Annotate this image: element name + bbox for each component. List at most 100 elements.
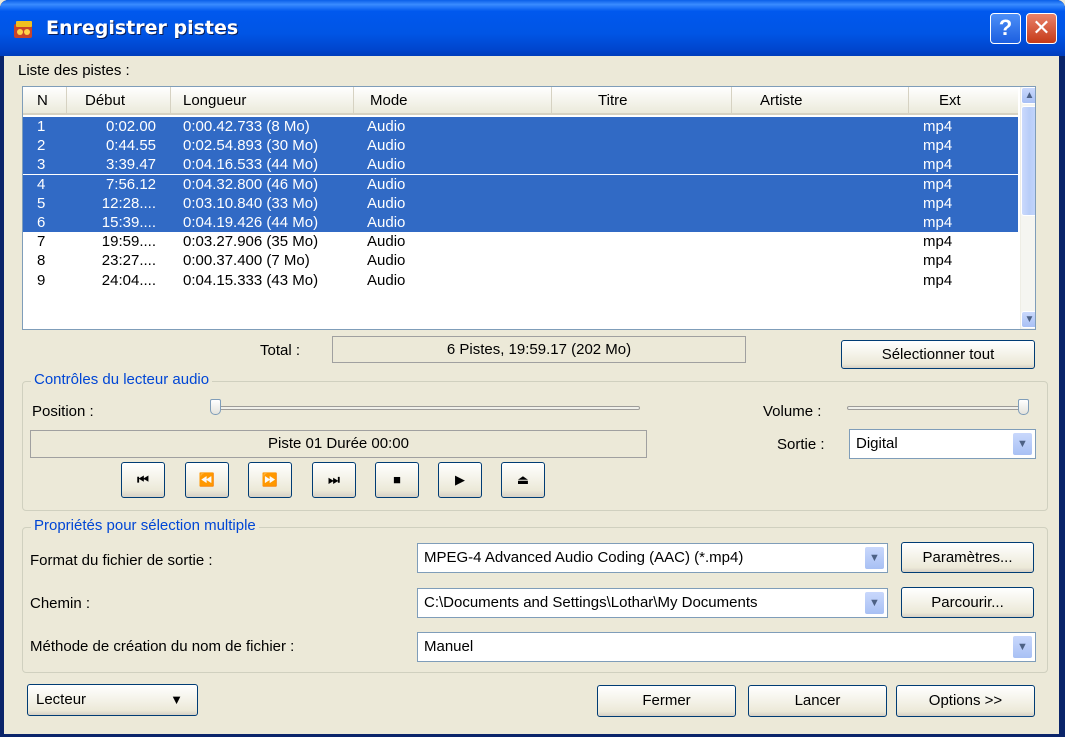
column-header-n[interactable]: N xyxy=(23,87,67,113)
chevron-down-icon[interactable]: ▼ xyxy=(864,591,885,615)
cell-longueur: 0:00.37.400 (7 Mo) xyxy=(183,252,310,270)
position-slider-track[interactable] xyxy=(210,406,640,410)
rewind-button[interactable]: ⏪ xyxy=(185,462,229,498)
cell-debut: 24:04.... xyxy=(101,271,156,289)
format-label: Format du fichier de sortie : xyxy=(30,552,213,569)
scroll-thumb[interactable] xyxy=(1021,106,1035,216)
cell-mode: Audio xyxy=(367,118,406,135)
table-row[interactable]: 4 7:56.12 0:04.32.800 (46 Mo) Audio mp4 xyxy=(23,174,1018,194)
naming-label: Méthode de création du nom de fichier : xyxy=(30,638,295,655)
play-button[interactable]: ▶ xyxy=(438,462,482,498)
cell-n: 4 xyxy=(37,175,46,193)
total-value: 6 Pistes, 19:59.17 (202 Mo) xyxy=(332,336,746,363)
player-group-title: Contrôles du lecteur audio xyxy=(31,371,213,388)
table-row[interactable]: 6 15:39.... 0:04.19.426 (44 Mo) Audio mp4 xyxy=(23,213,1018,232)
title-bar[interactable]: Enregistrer pistes ? ✕ xyxy=(0,0,1065,56)
cell-ext: mp4 xyxy=(923,252,953,270)
player-menu-button[interactable]: Lecteur ▼ xyxy=(27,684,198,716)
options-button[interactable]: Options >> xyxy=(896,685,1035,717)
path-select-value: C:\Documents and Settings\Lothar\My Docu… xyxy=(424,594,758,611)
table-row[interactable]: 3 3:39.47 0:04.16.533 (44 Mo) Audio mp4 xyxy=(23,155,1018,175)
cell-longueur: 0:02.54.893 (30 Mo) xyxy=(183,137,319,155)
go-start-button[interactable]: ⏮ xyxy=(121,462,165,498)
player-status: Piste 01 Durée 00:00 xyxy=(30,430,647,458)
format-select[interactable]: MPEG-4 Advanced Audio Coding (AAC) (*.mp… xyxy=(417,543,888,573)
output-select[interactable]: Digital ▼ xyxy=(849,429,1036,459)
volume-slider-track[interactable] xyxy=(847,406,1029,410)
path-select[interactable]: C:\Documents and Settings\Lothar\My Docu… xyxy=(417,588,888,618)
cell-n: 7 xyxy=(37,233,46,251)
browse-button[interactable]: Parcourir... xyxy=(901,587,1034,618)
dropdown-arrow-icon: ▼ xyxy=(170,692,183,707)
cell-longueur: 0:03.27.906 (35 Mo) xyxy=(183,233,319,251)
list-scrollbar[interactable]: ▲ ▼ xyxy=(1020,87,1035,329)
close-button[interactable]: Fermer xyxy=(597,685,736,717)
volume-slider-thumb[interactable] xyxy=(1018,399,1029,415)
cell-debut: 19:59.... xyxy=(101,233,156,251)
cell-ext: mp4 xyxy=(923,194,953,212)
cell-ext: mp4 xyxy=(923,271,953,289)
chevron-down-icon[interactable]: ▼ xyxy=(1012,432,1033,456)
cell-mode: Audio xyxy=(367,271,406,289)
fast-forward-button[interactable]: ⏩ xyxy=(248,462,292,498)
cell-n: 5 xyxy=(37,194,46,212)
go-end-button[interactable]: ⏭ xyxy=(312,462,356,498)
cell-debut: 15:39.... xyxy=(101,214,156,231)
start-button[interactable]: Lancer xyxy=(748,685,887,717)
player-menu-label: Lecteur xyxy=(36,691,87,708)
naming-select[interactable]: Manuel ▼ xyxy=(417,632,1036,662)
app-icon xyxy=(14,21,32,38)
table-row[interactable]: 1 0:02.00 0:00.42.733 (8 Mo) Audio mp4 xyxy=(23,117,1018,136)
column-header-artiste[interactable]: Artiste xyxy=(732,87,909,113)
scroll-down-icon[interactable]: ▼ xyxy=(1021,311,1035,328)
column-header-longueur[interactable]: Longueur xyxy=(171,87,354,113)
select-all-button[interactable]: Sélectionner tout xyxy=(841,340,1035,369)
column-header-mode[interactable]: Mode xyxy=(354,87,552,113)
column-header-ext[interactable]: Ext xyxy=(909,87,1018,113)
cell-debut: 0:02.00 xyxy=(105,118,156,135)
volume-label: Volume : xyxy=(763,403,822,420)
cell-debut: 7:56.12 xyxy=(105,175,156,193)
tracklist-label: Liste des pistes : xyxy=(18,62,130,79)
column-header-titre[interactable]: Titre xyxy=(552,87,732,113)
cell-ext: mp4 xyxy=(923,118,953,135)
column-header-debut[interactable]: Début xyxy=(67,87,171,113)
cell-n: 3 xyxy=(37,156,46,174)
cell-longueur: 0:04.19.426 (44 Mo) xyxy=(183,214,319,231)
cell-mode: Audio xyxy=(367,137,406,155)
window-title: Enregistrer pistes xyxy=(46,17,239,39)
cell-ext: mp4 xyxy=(923,156,953,174)
table-row[interactable]: 8 23:27.... 0:00.37.400 (7 Mo) Audio mp4 xyxy=(23,251,1018,270)
naming-select-value: Manuel xyxy=(424,638,474,655)
chevron-down-icon[interactable]: ▼ xyxy=(864,546,885,570)
settings-button[interactable]: Paramètres... xyxy=(901,542,1034,573)
properties-group-title: Propriétés pour sélection multiple xyxy=(31,517,259,534)
track-list[interactable]: N Début Longueur Mode Titre Artiste Ext … xyxy=(22,86,1036,330)
cell-longueur: 0:04.16.533 (44 Mo) xyxy=(183,156,319,174)
position-slider-thumb[interactable] xyxy=(210,399,221,415)
track-list-header: N Début Longueur Mode Titre Artiste Ext xyxy=(23,87,1018,115)
cell-longueur: 0:00.42.733 (8 Mo) xyxy=(183,118,310,135)
table-row[interactable]: 2 0:44.55 0:02.54.893 (30 Mo) Audio mp4 xyxy=(23,136,1018,156)
output-select-value: Digital xyxy=(856,435,898,452)
cell-debut: 23:27.... xyxy=(101,252,156,270)
stop-button[interactable]: ■ xyxy=(375,462,419,498)
table-row[interactable]: 5 12:28.... 0:03.10.840 (33 Mo) Audio mp4 xyxy=(23,193,1018,213)
close-window-button[interactable]: ✕ xyxy=(1026,13,1057,44)
cell-debut: 12:28.... xyxy=(101,194,156,212)
chevron-down-icon[interactable]: ▼ xyxy=(1012,635,1033,659)
table-row[interactable]: 9 24:04.... 0:04.15.333 (43 Mo) Audio mp4 xyxy=(23,271,1018,290)
cell-mode: Audio xyxy=(367,252,406,270)
help-button[interactable]: ? xyxy=(990,13,1021,44)
cell-ext: mp4 xyxy=(923,233,953,251)
cell-n: 6 xyxy=(37,214,46,231)
cell-mode: Audio xyxy=(367,194,406,212)
cell-n: 1 xyxy=(37,118,46,135)
total-label: Total : xyxy=(260,342,301,359)
cell-debut: 3:39.47 xyxy=(105,156,156,174)
cell-mode: Audio xyxy=(367,233,406,251)
eject-button[interactable]: ⏏ xyxy=(501,462,545,498)
scroll-up-icon[interactable]: ▲ xyxy=(1021,87,1035,104)
output-label: Sortie : xyxy=(777,436,825,453)
table-row[interactable]: 7 19:59.... 0:03.27.906 (35 Mo) Audio mp4 xyxy=(23,232,1018,251)
